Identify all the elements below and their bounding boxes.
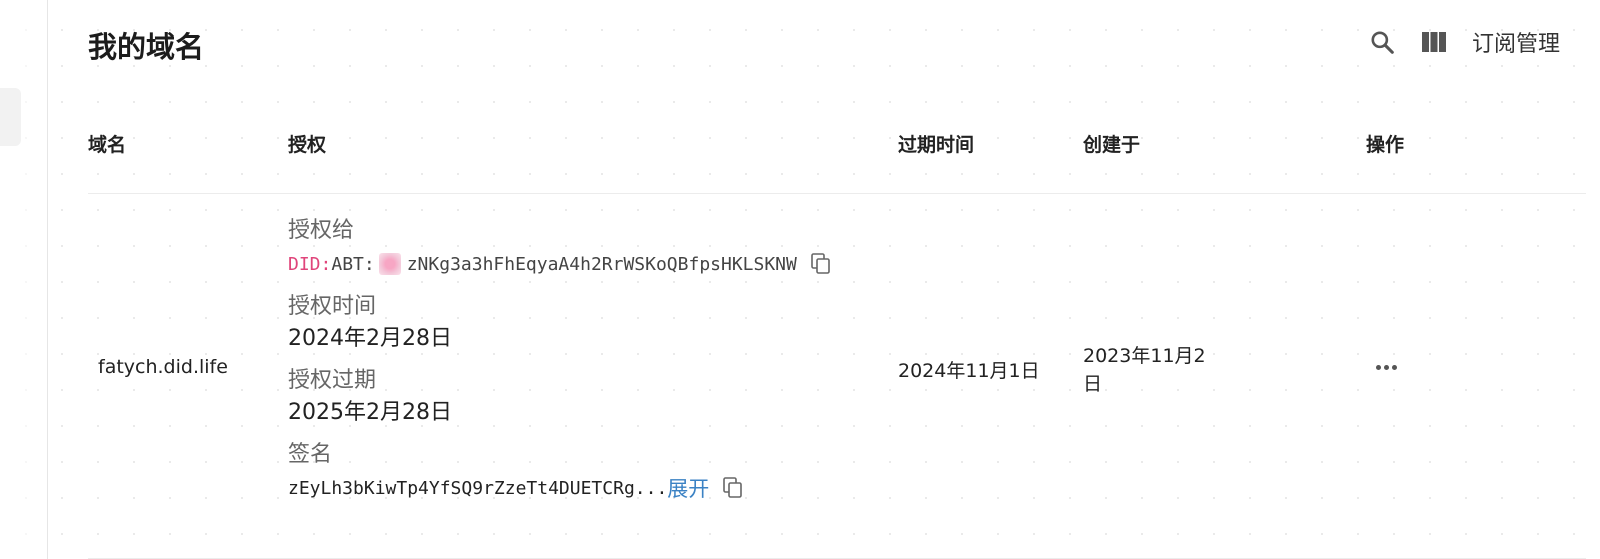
did-avatar-icon: [378, 253, 401, 275]
more-actions-button[interactable]: [1371, 355, 1401, 379]
column-header-expiry[interactable]: 过期时间: [898, 130, 974, 157]
expand-link[interactable]: 展开: [667, 473, 709, 503]
auth-expire-label: 授权过期: [288, 368, 377, 393]
column-header-actions: 操作: [1366, 134, 1405, 156]
search-icon[interactable]: [1368, 26, 1396, 58]
column-header-authorization[interactable]: 授权: [288, 130, 326, 157]
created-date-line2: 日: [1083, 373, 1103, 395]
auth-time-label: 授权时间: [288, 294, 377, 319]
column-header-created[interactable]: 创建于: [1083, 130, 1140, 157]
toolbar: 订阅管理: [1368, 26, 1560, 58]
domain-name[interactable]: fatych.did.life: [98, 356, 228, 378]
more-dot-icon: [1391, 364, 1397, 370]
authorization-details: 授权给 DID: ABT: zNKg3a3hFhEqyaA4h2RrWSKoQB…: [288, 215, 888, 505]
did-value: zNKg3a3hFhEqyaA4h2RrWSKoQBfpsHKLSKNW: [406, 253, 797, 275]
table-row: fatych.did.life 授权给 DID: ABT: zNKg3a3hFh…: [88, 195, 1586, 559]
signature-value: zEyLh3bKiwTp4YfSQ9rZzeTt4DUETCRg...: [288, 477, 668, 499]
more-dot-icon: [1383, 364, 1389, 370]
auth-time-value: 2024年2月28日: [288, 326, 452, 351]
left-sidebar-rail: [0, 0, 48, 559]
signature-label: 签名: [288, 442, 333, 467]
created-date: 2023年11月2 日: [1083, 342, 1206, 398]
auth-expire-value: 2025年2月28日: [288, 400, 452, 425]
column-header-domain[interactable]: 域名: [88, 130, 126, 157]
did-type: ABT:: [331, 253, 375, 275]
table-header: 域名 授权 过期时间 创建于 操作: [88, 118, 1586, 194]
signature-line: zEyLh3bKiwTp4YfSQ9rZzeTt4DUETCRg... 展开: [288, 471, 888, 505]
more-dot-icon: [1375, 364, 1381, 370]
copy-icon[interactable]: [723, 477, 743, 499]
did-address: DID: ABT: zNKg3a3hFhEqyaA4h2RrWSKoQBfpsH…: [288, 247, 888, 281]
auth-to-label: 授权给: [288, 218, 355, 243]
sidebar-collapse-handle[interactable]: [0, 88, 21, 146]
expiry-date: 2024年11月1日: [898, 360, 1040, 382]
subscription-management-link[interactable]: 订阅管理: [1472, 26, 1560, 58]
columns-icon[interactable]: [1420, 26, 1448, 58]
copy-icon[interactable]: [811, 253, 831, 275]
page-title: 我的域名: [88, 30, 205, 64]
created-date-line1: 2023年11月2: [1083, 345, 1206, 367]
did-prefix: DID:: [288, 253, 332, 275]
